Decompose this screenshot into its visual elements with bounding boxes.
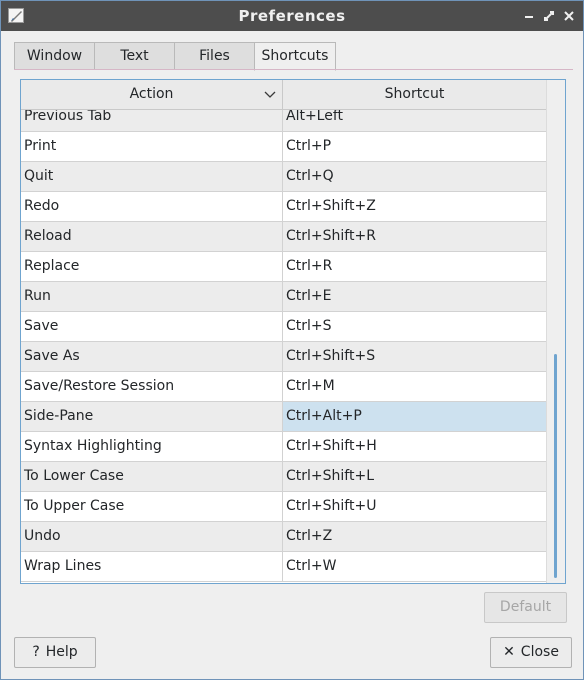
shortcut-cell[interactable]: Ctrl+E [283,282,546,311]
shortcut-cell[interactable]: Ctrl+Shift+R [283,222,546,251]
minimize-icon[interactable] [521,8,537,24]
table-row[interactable]: Previous Tab Alt+Left [21,110,546,132]
action-cell[interactable]: Save/Restore Session [21,372,283,401]
action-cell[interactable]: Save [21,312,283,341]
action-cell[interactable]: Redo [21,192,283,221]
shortcut-cell[interactable]: Ctrl+W [283,552,546,581]
action-cell[interactable]: To Lower Case [21,462,283,491]
tab-files[interactable]: Files [174,42,255,70]
question-icon: ? [32,644,40,660]
default-button[interactable]: Default [484,592,567,623]
shortcut-cell[interactable]: Ctrl+P [283,132,546,161]
table-row[interactable]: Side-Pane Ctrl+Alt+P [21,402,546,432]
action-cell[interactable]: Reload [21,222,283,251]
help-button-label: Help [45,644,78,660]
action-cell[interactable]: Wrap Lines [21,552,283,581]
table-row[interactable]: Replace Ctrl+R [21,252,546,282]
tab-window[interactable]: Window [14,42,95,70]
tab-text[interactable]: Text [94,42,175,70]
shortcut-cell[interactable]: Ctrl+Q [283,162,546,191]
table-row[interactable]: Wrap Lines Ctrl+W [21,552,546,582]
table-row[interactable]: Run Ctrl+E [21,282,546,312]
table-row[interactable]: Save As Ctrl+Shift+S [21,342,546,372]
action-cell[interactable]: Syntax Highlighting [21,432,283,461]
vertical-scrollbar[interactable] [546,80,565,583]
table-body: Previous Tab Alt+Left Print Ctrl+P Quit Ctrl+… [21,110,546,583]
tab-shortcuts[interactable]: Shortcuts [254,42,336,71]
shortcuts-table[interactable]: Action Shortcut Previous Tab Alt+Left Prin… [20,79,566,584]
preferences-window: Preferences Window Text Files Shortcuts [0,0,584,680]
table-row[interactable]: Save Ctrl+S [21,312,546,342]
maximize-icon[interactable] [541,8,557,24]
scrollbar-handle[interactable] [554,354,557,578]
tab-divider [14,69,573,70]
table-row[interactable]: Redo Ctrl+Shift+Z [21,192,546,222]
table-row[interactable]: To Lower Case Ctrl+Shift+L [21,462,546,492]
shortcut-cell[interactable]: Ctrl+Shift+U [283,492,546,521]
column-header-shortcut-label: Shortcut [384,86,445,102]
shortcut-cell[interactable]: Ctrl+Alt+P [283,402,546,431]
table-row[interactable]: Syntax Highlighting Ctrl+Shift+H [21,432,546,462]
close-button-label: Close [520,644,559,660]
action-cell[interactable]: Quit [21,162,283,191]
action-cell[interactable]: Undo [21,522,283,551]
action-cell[interactable]: Replace [21,252,283,281]
action-cell[interactable]: Save As [21,342,283,371]
x-icon: ✕ [503,644,515,660]
table-row[interactable]: To Upper Case Ctrl+Shift+U [21,492,546,522]
shortcut-cell[interactable]: Ctrl+M [283,372,546,401]
column-header-action-label: Action [129,86,174,102]
table-row[interactable]: Print Ctrl+P [21,132,546,162]
close-icon[interactable] [561,8,577,24]
chevron-down-icon [264,88,276,100]
column-header-action[interactable]: Action [21,80,283,109]
action-cell[interactable]: To Upper Case [21,492,283,521]
shortcut-cell[interactable]: Ctrl+Shift+Z [283,192,546,221]
action-cell[interactable]: Run [21,282,283,311]
shortcut-cell[interactable]: Ctrl+Shift+H [283,432,546,461]
table-row[interactable]: Reload Ctrl+Shift+R [21,222,546,252]
table-header: Action Shortcut [21,80,546,110]
action-cell[interactable]: Side-Pane [21,402,283,431]
help-button[interactable]: ? Help [14,637,96,668]
shortcut-cell[interactable]: Ctrl+Shift+S [283,342,546,371]
column-header-shortcut[interactable]: Shortcut [283,80,546,109]
close-button[interactable]: ✕ Close [490,637,572,668]
table-row[interactable]: Save/Restore Session Ctrl+M [21,372,546,402]
titlebar[interactable]: Preferences [1,1,583,31]
table-row[interactable]: Quit Ctrl+Q [21,162,546,192]
shortcut-cell[interactable]: Ctrl+Shift+L [283,462,546,491]
shortcut-cell[interactable]: Alt+Left [283,110,546,131]
shortcut-cell[interactable]: Ctrl+Z [283,522,546,551]
window-title: Preferences [238,7,346,25]
shortcut-cell[interactable]: Ctrl+S [283,312,546,341]
action-cell[interactable]: Previous Tab [21,110,283,131]
table-row[interactable]: Undo Ctrl+Z [21,522,546,552]
shortcut-cell[interactable]: Ctrl+R [283,252,546,281]
action-cell[interactable]: Print [21,132,283,161]
table-rows: Previous Tab Alt+Left Print Ctrl+P Quit Ctrl+… [21,110,546,582]
